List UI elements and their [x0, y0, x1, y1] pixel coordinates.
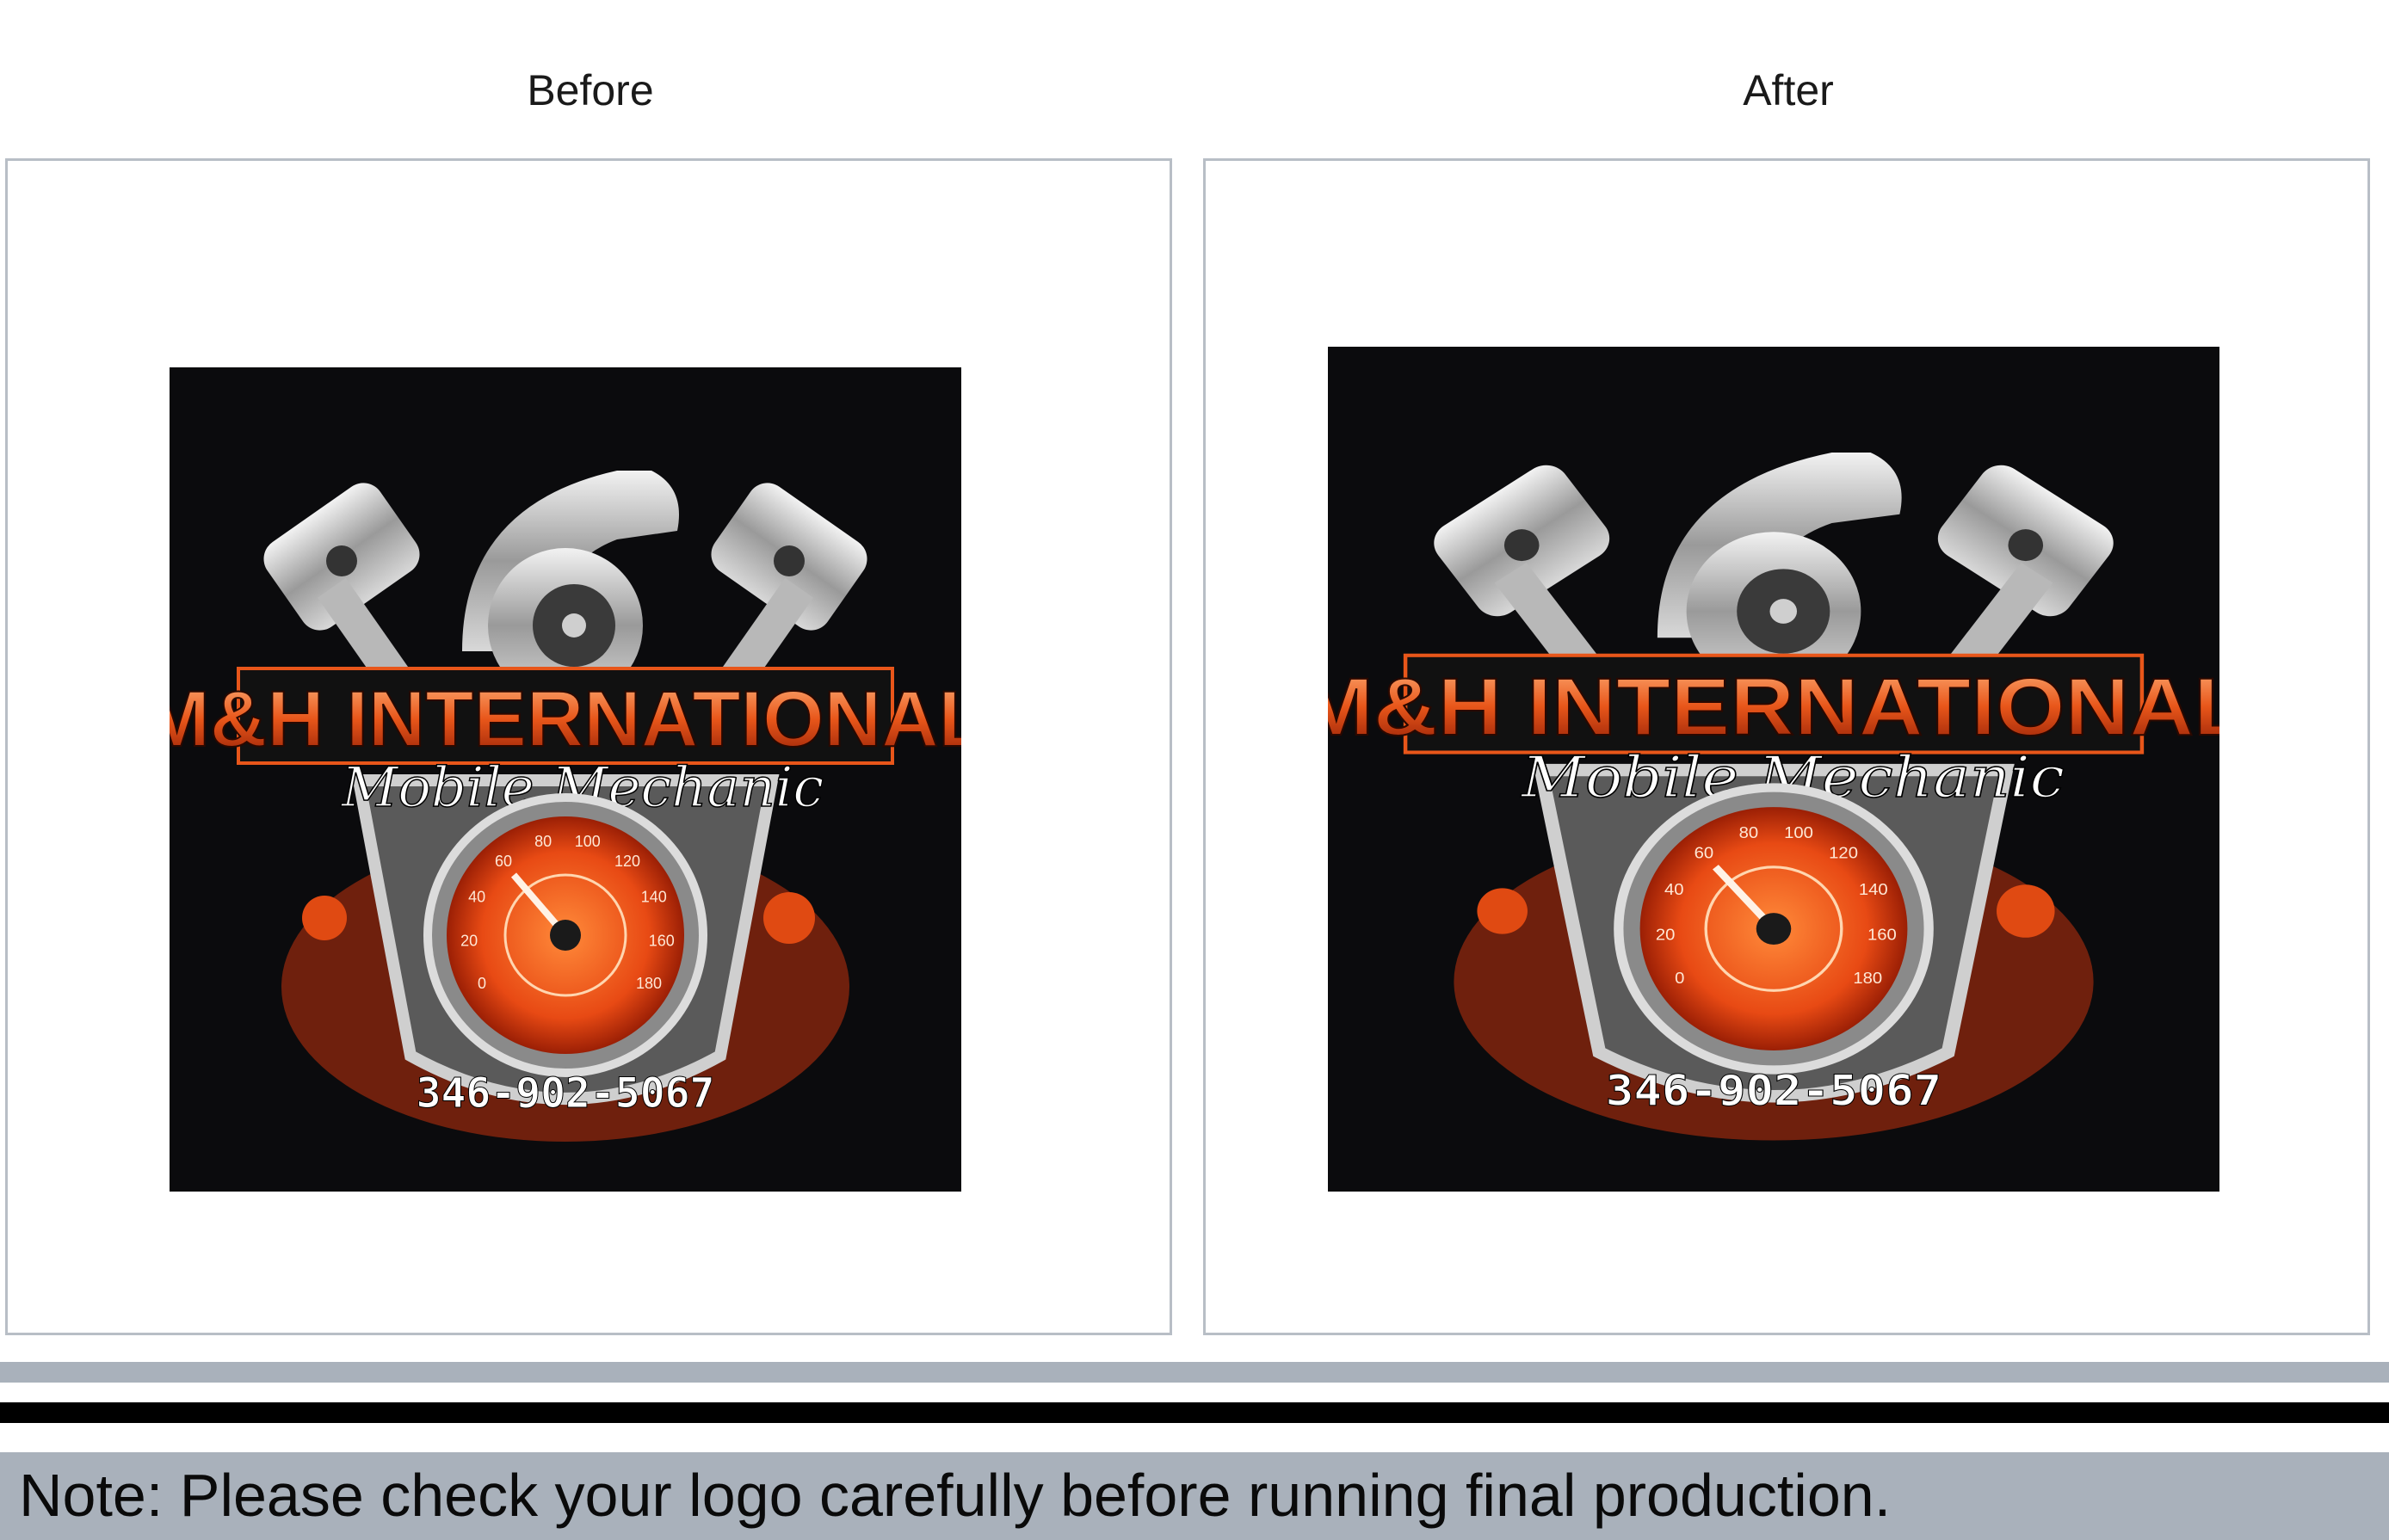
- gauge-tick-label: 80: [1739, 824, 1759, 842]
- gauge-tick-label: 0: [1675, 970, 1685, 988]
- logo-artwork: M&H INTERNATIONAL Mobile Mechanic 180160…: [170, 471, 961, 1142]
- paint-drop: [763, 892, 815, 944]
- gauge-tick-label: 20: [1656, 926, 1676, 944]
- gauge-tick-label: 80: [534, 833, 552, 850]
- gauge-tick-label: 40: [468, 889, 485, 906]
- phone-number: 346-902-5067: [1606, 1067, 1941, 1116]
- divider-grey-bar: [0, 1362, 2389, 1383]
- gauge-tick-label: 0: [478, 975, 486, 992]
- gauge-tick-label: 140: [641, 889, 667, 906]
- paint-drop: [1997, 884, 2055, 938]
- gauge-tick-label: 120: [614, 853, 640, 870]
- gauge-tick-label: 100: [1784, 824, 1813, 842]
- before-panel: M&H INTERNATIONAL Mobile Mechanic 180 160…: [5, 158, 1172, 1335]
- gauge-tick-label: 160: [649, 933, 675, 950]
- gauge-tick-label: 120: [1829, 845, 1858, 863]
- paint-drop: [1477, 888, 1528, 934]
- before-logo: M&H INTERNATIONAL Mobile Mechanic 180 160…: [170, 367, 961, 1192]
- before-title: Before: [527, 66, 654, 114]
- company-name: M&H INTERNATIONAL: [1328, 661, 2219, 752]
- gauge-tick-label: 20: [460, 933, 478, 950]
- gauge-tick-label: 160: [1867, 926, 1897, 944]
- gauge-tick-label: 140: [1859, 881, 1888, 899]
- paint-drop: [302, 896, 347, 940]
- gauge-tick-label: 180: [1853, 970, 1882, 988]
- divider-black-bar: [0, 1402, 2389, 1423]
- company-name: M&H INTERNATIONAL: [170, 675, 961, 763]
- gauge-tick-label: 60: [495, 853, 512, 870]
- note-bar: Note: Please check your logo carefully b…: [0, 1452, 2389, 1540]
- after-logo: M&H INTERNATIONAL Mobile Mechanic 180 160…: [1328, 347, 2219, 1192]
- note-text: Note: Please check your logo carefully b…: [19, 1462, 1892, 1529]
- after-title: After: [1743, 66, 1834, 114]
- logo-artwork: M&H INTERNATIONAL Mobile Mechanic 180160…: [1328, 453, 2219, 1141]
- gauge-tick-label: 100: [575, 833, 601, 850]
- gauge-tick-label: 180: [636, 975, 662, 992]
- gauge-tick-label: 60: [1695, 845, 1714, 863]
- gauge-tick-label: 40: [1664, 881, 1684, 899]
- after-panel: M&H INTERNATIONAL Mobile Mechanic 180 160…: [1203, 158, 2370, 1335]
- phone-number: 346-902-5067: [417, 1069, 715, 1118]
